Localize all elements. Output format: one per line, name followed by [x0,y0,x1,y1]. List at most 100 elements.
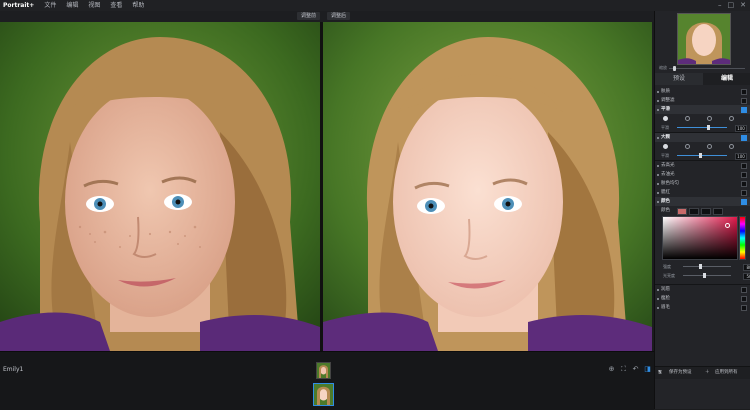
row-smooth[interactable]: 平滑 [655,105,750,114]
close-button[interactable]: ✕ [740,0,746,11]
menu-help[interactable]: 帮助 [132,0,144,11]
after-photo[interactable] [323,22,652,351]
hue-slider[interactable] [739,216,746,260]
brightness-slider[interactable] [683,275,731,276]
save-icon[interactable]: 🖫 [658,367,662,379]
blend-slider[interactable] [683,266,731,267]
zoom-slider[interactable] [669,66,745,71]
row-large[interactable]: 大颗 [655,132,750,142]
row-checkbox[interactable] [741,199,747,205]
row-filter[interactable]: 调整滤 [655,96,750,105]
apply-all-button[interactable]: 应用到所有 [715,367,738,379]
smooth-option-3[interactable] [707,116,712,121]
blend-slider-knob[interactable] [699,264,702,269]
smooth-slider[interactable] [677,127,727,128]
row-checkbox[interactable] [741,98,747,104]
color-label-row: 颜色 [655,206,750,215]
large-slider[interactable] [677,155,727,156]
row-checkbox[interactable] [741,172,747,178]
undo-icon[interactable]: ↶ [632,366,639,373]
large-option-2[interactable] [685,144,690,149]
row-even-tone[interactable]: 肤色均匀 [655,179,750,188]
zoom-control: 缩放 [659,65,747,71]
window-controls: – □ ✕ [718,0,746,11]
filmstrip-thumbnail-active[interactable] [313,383,334,406]
color-value-r[interactable] [689,208,699,215]
bullet-icon [657,90,659,93]
file-name: Emily1 [3,366,24,373]
filmstrip-thumbnail[interactable] [316,362,331,379]
menu-file[interactable]: 文件 [44,0,56,11]
row-brows[interactable]: 眉毛 [655,303,750,312]
blend-value[interactable]: 80 [743,264,750,271]
row-highlight[interactable]: 去高光 [655,160,750,170]
zoom-icon[interactable]: ⊕ [608,366,615,373]
minimize-button[interactable]: – [718,0,722,11]
bullet-icon [657,99,659,102]
color-value-b[interactable] [713,208,723,215]
bullet-icon [657,288,659,291]
brightness-slider-row: 光亮度 50 [655,271,750,280]
large-option-1[interactable] [663,144,668,149]
row-checkbox[interactable] [741,296,747,302]
row-label: 大颗 [661,135,670,140]
tab-edit[interactable]: 编辑 [703,73,750,85]
large-value[interactable]: 100 [735,153,747,160]
brightness-slider-knob[interactable] [703,273,706,278]
compare-icon[interactable]: ◨ [644,366,651,373]
row-label: 瘦脸 [661,296,670,301]
row-skin[interactable]: 肤质 [655,87,750,96]
row-checkbox[interactable] [741,305,747,311]
row-lips[interactable]: 润唇 [655,284,750,294]
menu-edit[interactable]: 编辑 [66,0,78,11]
large-options [655,142,750,151]
color-value-g[interactable] [701,208,711,215]
row-checkbox[interactable] [741,190,747,196]
saturation-value-box[interactable] [662,216,738,260]
blend-slider-row: 强度 80 [655,262,750,271]
row-checkbox[interactable] [741,287,747,293]
maximize-button[interactable]: □ [728,0,735,11]
menu-view[interactable]: 视图 [88,0,100,11]
bullet-icon [657,191,659,194]
smooth-option-4[interactable] [729,116,734,121]
row-checkbox[interactable] [741,135,747,141]
smooth-value[interactable]: 100 [735,125,747,132]
zoom-label: 缩放 [659,65,667,70]
menu-inspect[interactable]: 查看 [110,0,122,11]
row-checkbox[interactable] [741,107,747,113]
large-slider-knob[interactable] [699,153,702,158]
smooth-option-1[interactable] [663,116,668,121]
after-label: 调整后 [327,12,351,20]
bullet-icon [657,108,659,111]
smooth-slider-knob[interactable] [707,125,710,130]
row-label: 平滑 [661,107,670,112]
navigator-thumbnail[interactable] [677,13,731,65]
adjust-panel: 缩放 预设 编辑 肤质 调整滤 平滑 平滑 100 大颗 平滑 100 去高光 … [654,11,750,409]
row-oil[interactable]: 去油光 [655,170,750,179]
brightness-value[interactable]: 50 [743,273,750,280]
color-swatch[interactable] [677,208,687,215]
apply-icon[interactable]: ＋ [705,367,710,379]
tab-presets[interactable]: 预设 [655,73,703,85]
row-label: 颜色 [661,199,670,204]
color-cursor[interactable] [725,223,730,228]
slider-label: 平滑 [661,125,669,130]
large-option-4[interactable] [729,144,734,149]
smooth-slider-row: 平滑 100 [655,123,750,132]
row-checkbox[interactable] [741,163,747,169]
fit-icon[interactable]: ⛶ [620,366,627,373]
zoom-slider-knob[interactable] [673,66,676,71]
save-preset-button[interactable]: 保存为预设 [669,367,692,379]
row-blush[interactable]: 腮红 [655,188,750,197]
row-checkbox[interactable] [741,181,747,187]
before-photo[interactable] [0,22,320,351]
bullet-icon [657,297,659,300]
bullet-icon [657,306,659,309]
row-slim[interactable]: 瘦脸 [655,294,750,303]
row-checkbox[interactable] [741,89,747,95]
row-label: 去油光 [661,172,675,177]
row-color[interactable]: 颜色 [655,197,750,206]
smooth-option-2[interactable] [685,116,690,121]
large-option-3[interactable] [707,144,712,149]
